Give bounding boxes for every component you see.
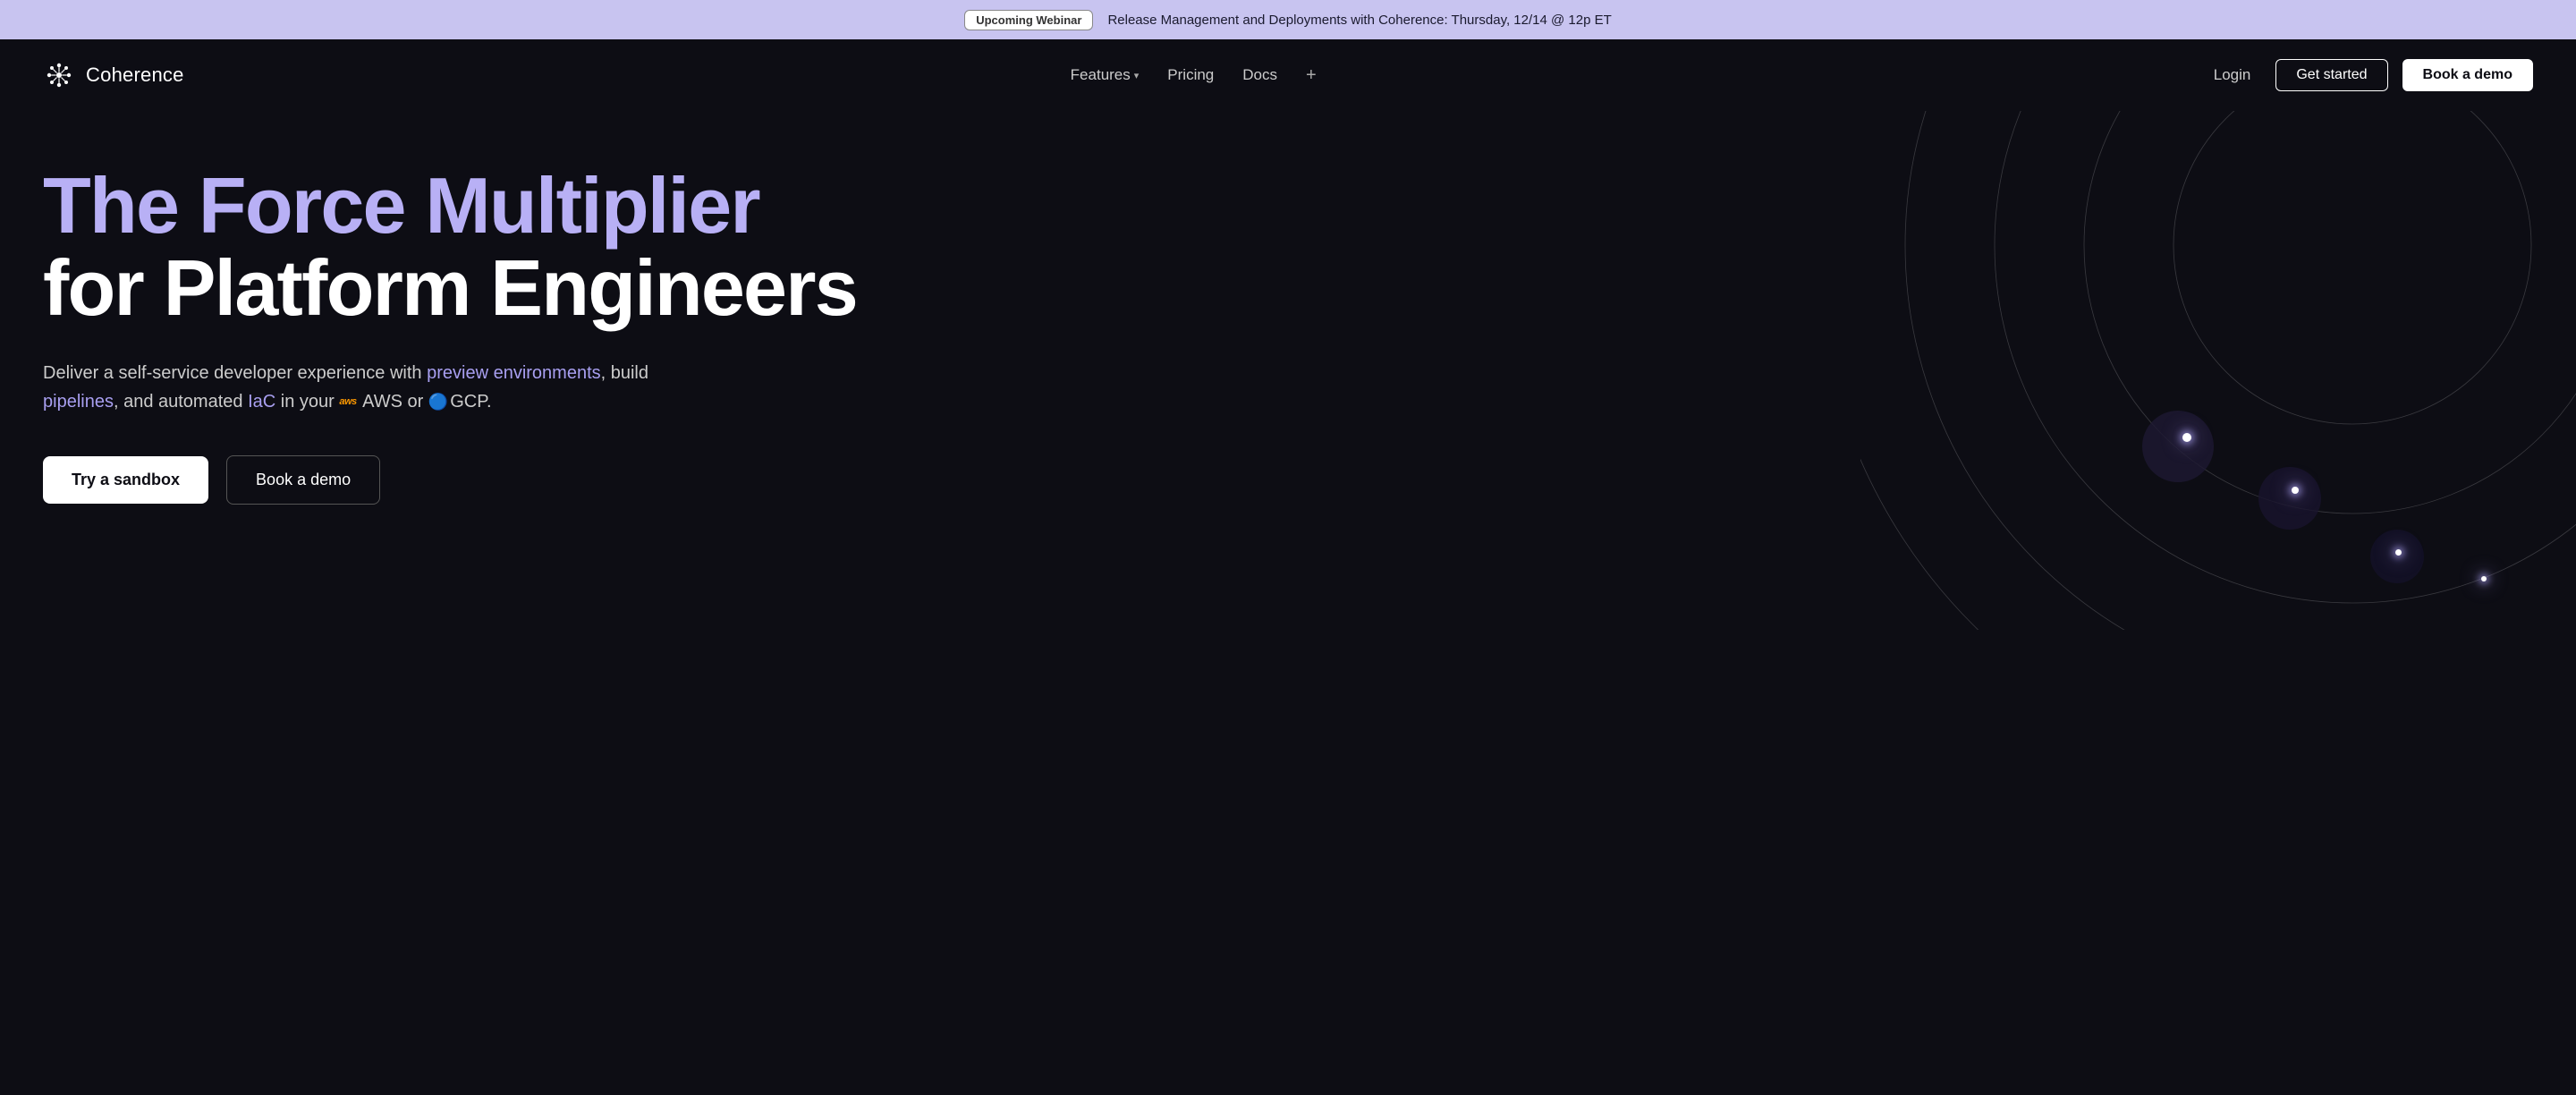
announcement-banner: Upcoming Webinar Release Management and … <box>0 0 2576 39</box>
main-nav: Coherence Features ▾ Pricing Docs + Logi… <box>0 39 2576 111</box>
iac-link[interactable]: IaC <box>248 392 275 412</box>
webinar-badge[interactable]: Upcoming Webinar <box>964 10 1093 30</box>
hero-buttons: Try a sandbox Book a demo <box>43 455 902 505</box>
gcp-icon: 🔵 <box>428 389 448 415</box>
get-started-button[interactable]: Get started <box>2275 59 2387 91</box>
hero-content: The Force Multiplier for Platform Engine… <box>43 165 902 505</box>
login-button[interactable]: Login <box>2203 61 2262 89</box>
nav-link-docs[interactable]: Docs <box>1242 66 1277 84</box>
book-demo-button[interactable]: Book a demo <box>226 455 380 505</box>
star-decoration-4 <box>2481 576 2487 581</box>
banner-text: Release Management and Deployments with … <box>1107 13 1611 28</box>
nav-links: Features ▾ Pricing Docs + <box>1071 65 1317 86</box>
star-bg-1 <box>2142 411 2214 482</box>
nav-actions: Login Get started Book a demo <box>2203 59 2533 91</box>
logo-link[interactable]: Coherence <box>43 59 184 91</box>
hero-title-line2: for Platform Engineers <box>43 247 902 329</box>
hero-subtitle: Deliver a self-service developer experie… <box>43 359 651 416</box>
hero-section: The Force Multiplier for Platform Engine… <box>0 111 2576 630</box>
star-bg-2 <box>2258 467 2321 530</box>
star-decoration-1 <box>2182 433 2191 442</box>
hero-title: The Force Multiplier for Platform Engine… <box>43 165 902 330</box>
nav-more-icon[interactable]: + <box>1306 65 1317 86</box>
preview-environments-link[interactable]: preview environments <box>427 363 601 383</box>
nav-link-pricing[interactable]: Pricing <box>1167 66 1214 84</box>
circles-decoration <box>1860 111 2576 630</box>
coherence-logo-icon <box>43 59 75 91</box>
star-decoration-3 <box>2395 549 2402 556</box>
logo-text: Coherence <box>86 64 184 87</box>
pipelines-link[interactable]: pipelines <box>43 392 114 412</box>
book-demo-nav-button[interactable]: Book a demo <box>2402 59 2533 91</box>
nav-link-features[interactable]: Features ▾ <box>1071 66 1140 84</box>
aws-icon: aws <box>339 395 356 411</box>
try-sandbox-button[interactable]: Try a sandbox <box>43 456 208 504</box>
star-decoration-2 <box>2292 487 2299 494</box>
features-chevron-icon: ▾ <box>1134 70 1140 81</box>
star-bg-3 <box>2370 530 2424 583</box>
hero-title-line1: The Force Multiplier <box>43 165 902 247</box>
